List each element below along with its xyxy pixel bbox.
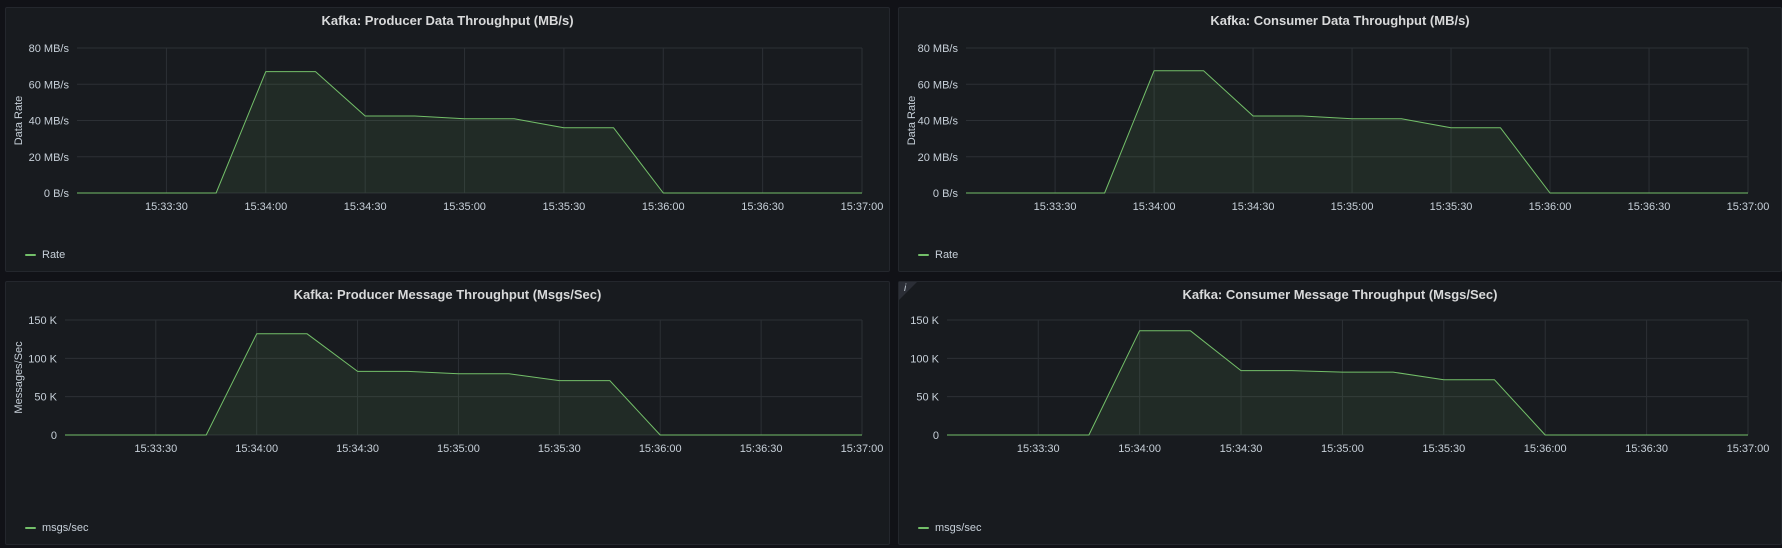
x-tick-label: 15:35:00 — [1331, 201, 1374, 213]
legend-item[interactable]: Rate — [25, 249, 65, 261]
consumer-message-throughput-panel[interactable]: i Kafka: Consumer Message Throughput (Ms… — [898, 281, 1782, 545]
legend-item[interactable]: msgs/sec — [25, 522, 88, 534]
x-tick-label: 15:36:30 — [1625, 443, 1668, 455]
x-tick-label: 15:35:30 — [538, 443, 581, 455]
y-tick-label: 40 MB/s — [29, 116, 70, 128]
x-tick-label: 15:37:00 — [1727, 201, 1770, 213]
consumer-message-throughput-chart: 0 50 K 100 K 150 K 15:33:30 15:34:00 15:34:30 1… — [910, 315, 1770, 455]
series-area-fill — [65, 333, 862, 435]
legend-item[interactable]: msgs/sec — [918, 522, 981, 534]
y-tick-label: 20 MB/s — [918, 152, 959, 164]
x-tick-label: 15:36:30 — [740, 443, 783, 455]
x-tick-label: 15:35:30 — [542, 201, 585, 213]
y-tick-label: 0 B/s — [44, 188, 70, 200]
legend-swatch — [918, 254, 929, 256]
series-area-fill — [77, 71, 862, 193]
y-tick-label: 80 MB/s — [29, 43, 70, 55]
legend-label: Rate — [935, 249, 959, 261]
y-tick-label: 150 K — [28, 315, 57, 327]
y-tick-label: 50 K — [916, 392, 939, 404]
y-tick-label: 0 B/s — [933, 188, 959, 200]
x-tick-label: 15:33:30 — [1034, 201, 1077, 213]
x-tick-label: 15:34:00 — [235, 443, 278, 455]
x-tick-label: 15:35:00 — [443, 201, 486, 213]
y-tick-label: 60 MB/s — [29, 79, 70, 91]
legend-label: Rate — [42, 249, 66, 261]
legend-item[interactable]: Rate — [918, 249, 958, 261]
x-tick-label: 15:36:00 — [642, 201, 685, 213]
y-tick-label: 0 — [51, 430, 57, 442]
x-tick-label: 15:34:30 — [336, 443, 379, 455]
x-tick-label: 15:36:00 — [1529, 201, 1572, 213]
y-axis-label: Data Rate — [13, 96, 25, 146]
x-tick-label: 15:35:00 — [437, 443, 480, 455]
x-tick-label: 15:35:30 — [1422, 443, 1465, 455]
x-tick-label: 15:34:30 — [1220, 443, 1263, 455]
legend-label: msgs/sec — [42, 522, 89, 534]
series-area-fill — [947, 330, 1748, 435]
y-axis-label: Data Rate — [906, 96, 918, 146]
legend-swatch — [918, 527, 929, 529]
y-tick-label: 100 K — [910, 353, 939, 365]
y-tick-label: 0 — [933, 430, 939, 442]
legend-swatch — [25, 254, 36, 256]
x-tick-label: 15:36:00 — [1524, 443, 1567, 455]
y-axis-label: Messages/Sec — [13, 341, 25, 414]
y-tick-label: 40 MB/s — [918, 116, 959, 128]
y-tick-label: 150 K — [910, 315, 939, 327]
legend-swatch — [25, 527, 36, 529]
legend-label: msgs/sec — [935, 522, 982, 534]
x-tick-label: 15:36:30 — [741, 201, 784, 213]
y-tick-label: 50 K — [34, 392, 57, 404]
x-tick-label: 15:37:00 — [841, 443, 884, 455]
x-tick-label: 15:36:00 — [639, 443, 682, 455]
y-tick-label: 80 MB/s — [918, 43, 959, 55]
x-tick-label: 15:33:30 — [145, 201, 188, 213]
x-tick-label: 15:37:00 — [841, 201, 884, 213]
y-tick-label: 100 K — [28, 353, 57, 365]
x-tick-label: 15:35:30 — [1430, 201, 1473, 213]
x-tick-label: 15:34:00 — [1118, 443, 1161, 455]
y-tick-label: 60 MB/s — [918, 79, 959, 91]
consumer-data-throughput-panel[interactable]: Kafka: Consumer Data Throughput (MB/s) 0… — [898, 7, 1782, 272]
producer-message-throughput-panel[interactable]: Kafka: Producer Message Throughput (Msgs… — [5, 281, 890, 545]
x-tick-label: 15:33:30 — [1017, 443, 1060, 455]
producer-data-throughput-chart: 0 B/s 20 MB/s 40 MB/s 60 MB/s 80 MB/s 15:33:3… — [13, 43, 884, 213]
x-tick-label: 15:35:00 — [1321, 443, 1364, 455]
x-tick-label: 15:33:30 — [134, 443, 177, 455]
y-tick-label: 20 MB/s — [29, 152, 70, 164]
x-tick-label: 15:34:00 — [1133, 201, 1176, 213]
x-tick-label: 15:34:00 — [244, 201, 287, 213]
producer-data-throughput-panel[interactable]: Kafka: Producer Data Throughput (MB/s) 0… — [5, 7, 890, 272]
x-tick-label: 15:36:30 — [1628, 201, 1671, 213]
x-tick-label: 15:34:30 — [1232, 201, 1275, 213]
x-tick-label: 15:34:30 — [344, 201, 387, 213]
producer-message-throughput-chart: 0 50 K 100 K 150 K 15:33:30 15:34:00 15:34:30 1… — [13, 315, 884, 455]
x-tick-label: 15:37:00 — [1727, 443, 1770, 455]
series-area-fill — [966, 70, 1748, 193]
consumer-data-throughput-chart: 0 B/s 20 MB/s 40 MB/s 60 MB/s 80 MB/s 15:33:3… — [906, 43, 1770, 213]
